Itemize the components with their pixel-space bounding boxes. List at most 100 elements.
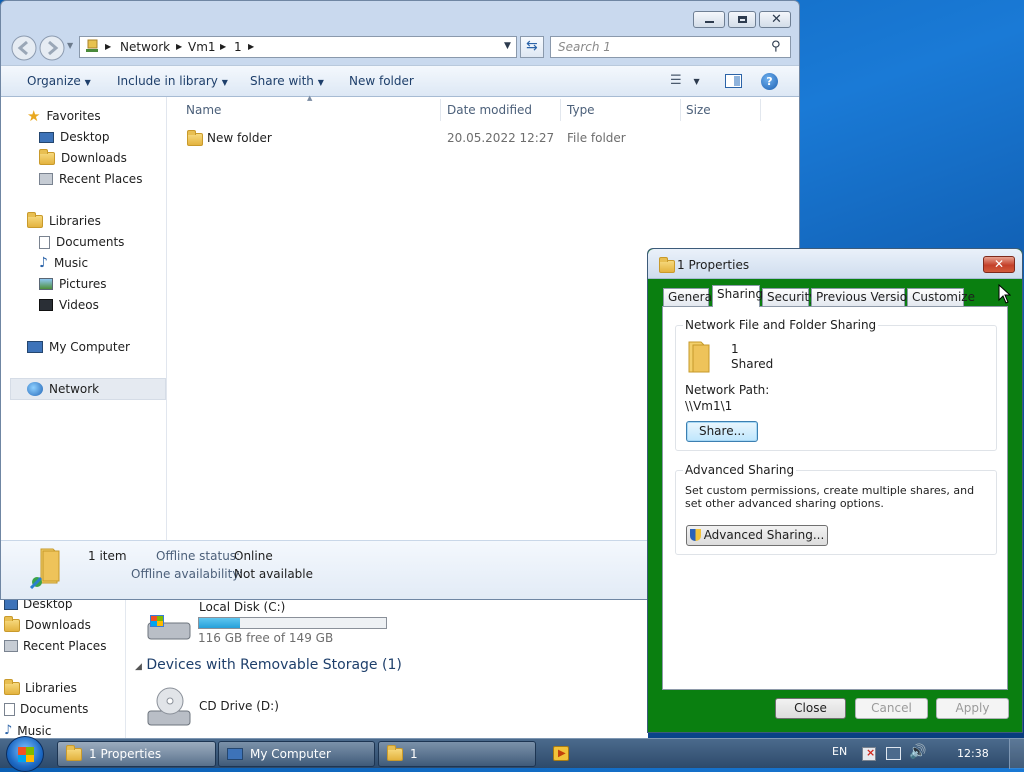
network-tray-icon[interactable] [886, 747, 901, 760]
tab-general[interactable]: General [663, 288, 715, 306]
sidebar-item-recent-places[interactable]: Recent Places [39, 172, 142, 186]
network-icon [27, 382, 43, 396]
share-with-menu[interactable]: Share with ▼ [250, 74, 324, 88]
offline-availability-label: Offline availability: [131, 567, 243, 581]
minimize-button[interactable] [693, 11, 725, 28]
column-header-type[interactable]: Type [567, 103, 595, 117]
computer-icon [27, 341, 43, 353]
sidebar-item-favorites[interactable]: ★ Favorites [27, 109, 101, 124]
view-options-button[interactable]: ☰ ▼ [670, 73, 700, 88]
tab-sharing[interactable]: Sharing [712, 285, 763, 307]
minimize-icon [705, 21, 714, 23]
windows-logo-icon-lower [18, 755, 34, 762]
close-button[interactable]: ✕ [759, 11, 791, 28]
action-center-flag-icon[interactable]: × [862, 746, 876, 761]
breadcrumb-1[interactable]: 1 [234, 40, 242, 54]
sidebar-item-pictures[interactable]: Pictures [39, 277, 107, 291]
column-divider[interactable] [760, 99, 761, 121]
dialog-title-bar[interactable]: 1 Properties ✕ [648, 249, 1022, 279]
volume-icon[interactable]: 🔊 [909, 744, 926, 760]
advanced-sharing-group-label: Advanced Sharing [683, 463, 797, 477]
preview-pane-icon [734, 76, 740, 86]
back-button[interactable] [10, 34, 38, 65]
column-divider[interactable] [560, 99, 561, 121]
search-input[interactable]: Search 1 [550, 36, 791, 58]
sidebar-item-documents[interactable]: Documents [39, 235, 124, 249]
folder-icon [66, 744, 82, 761]
taskbar-item-my-computer[interactable]: My Computer [218, 741, 375, 767]
bg-sidebar-item-recent-places[interactable]: Recent Places [4, 639, 106, 653]
computer-icon [227, 748, 243, 760]
sidebar-item-my-computer[interactable]: My Computer [27, 340, 130, 354]
apply-button[interactable]: Apply [936, 698, 1009, 719]
address-bar[interactable]: ▶ Network ▶ Vm1 ▶ 1 ▶ ▼ [79, 36, 517, 58]
breadcrumb-network[interactable]: Network [120, 40, 170, 54]
bg-sidebar-item-documents[interactable]: Documents [4, 702, 88, 716]
tab-customize[interactable]: Customize [907, 288, 975, 306]
organize-menu[interactable]: Organize ▼ [27, 74, 91, 88]
bg-sidebar-item-downloads[interactable]: Downloads [4, 615, 91, 632]
column-divider[interactable] [440, 99, 441, 121]
command-bar: Organize ▼ Include in library ▼ Share wi… [1, 65, 799, 97]
media-player-icon[interactable]: ▶ [553, 746, 569, 761]
sidebar-item-network[interactable]: Network [27, 382, 99, 396]
uac-shield-icon [689, 529, 701, 541]
show-desktop-button[interactable] [1009, 739, 1024, 769]
recent-places-icon [39, 173, 53, 185]
clock[interactable]: 12:38 [957, 747, 989, 760]
table-row[interactable]: New folder 20.05.2022 12:27 File folder [181, 127, 771, 149]
refresh-button[interactable]: ⇆ [520, 36, 544, 58]
recent-pages-dropdown[interactable]: ▼ [67, 41, 73, 50]
cancel-button[interactable]: Cancel [855, 698, 928, 719]
local-disk-usage-bar [198, 617, 387, 629]
column-header-size[interactable]: Size [686, 103, 711, 117]
shared-folder-name: 1 [731, 342, 739, 356]
start-button[interactable] [6, 736, 44, 772]
shared-folder-icon [27, 545, 73, 592]
breadcrumb-arrow-icon: ▶ [220, 42, 227, 51]
maximize-button[interactable] [728, 11, 756, 28]
column-header-name[interactable]: Name [186, 103, 221, 117]
cd-drive-label[interactable]: CD Drive (D:) [199, 699, 279, 713]
forward-arrow-icon [39, 35, 65, 61]
include-in-library-menu[interactable]: Include in library ▼ [117, 74, 228, 88]
forward-button[interactable] [38, 34, 66, 65]
sort-indicator-icon: ▲ [307, 94, 313, 102]
network-sharing-group: Network File and Folder Sharing 1 Shared… [675, 318, 997, 451]
advanced-sharing-button[interactable]: Advanced Sharing... [686, 525, 828, 546]
taskbar-item-1[interactable]: 1 [378, 741, 536, 767]
sidebar-item-music[interactable]: ♪ Music [39, 256, 88, 270]
removable-storage-header[interactable]: ◢ Devices with Removable Storage (1) [135, 657, 402, 673]
chevron-down-icon: ▼ [693, 77, 700, 86]
address-dropdown-icon[interactable]: ▼ [504, 41, 511, 51]
chevron-down-icon: ▼ [221, 78, 228, 87]
sidebar-item-videos[interactable]: Videos [39, 298, 99, 312]
libraries-icon [27, 211, 43, 228]
help-icon[interactable]: ? [761, 73, 778, 90]
preview-pane-button[interactable] [725, 74, 742, 88]
dialog-close-button[interactable]: ✕ [983, 256, 1015, 273]
local-disk-icon [146, 613, 192, 646]
chevron-down-icon: ▼ [84, 78, 91, 87]
share-button[interactable]: Share... [686, 421, 758, 442]
breadcrumb-vm1[interactable]: Vm1 [188, 40, 216, 54]
sidebar-item-downloads[interactable]: Downloads [39, 148, 127, 165]
sharing-tab-panel: Network File and Folder Sharing 1 Shared… [662, 306, 1008, 690]
bg-sidebar-item-libraries[interactable]: Libraries [4, 678, 77, 695]
background-sidebar: Desktop Downloads Recent Places Librarie… [0, 597, 126, 739]
tab-previous-versions[interactable]: Previous Versions [811, 288, 921, 306]
folder-icon [659, 257, 675, 273]
sidebar-item-libraries[interactable]: Libraries [27, 211, 101, 228]
close-dialog-button[interactable]: Close [775, 698, 846, 719]
local-disk-free-text: 116 GB free of 149 GB [198, 631, 334, 645]
new-folder-button[interactable]: New folder [349, 74, 414, 88]
breadcrumb-arrow-icon: ▶ [105, 42, 112, 51]
column-divider[interactable] [680, 99, 681, 121]
sidebar-item-desktop[interactable]: Desktop [39, 130, 110, 144]
column-header-date-modified[interactable]: Date modified [447, 103, 532, 117]
language-indicator[interactable]: EN [832, 745, 847, 758]
local-disk-label[interactable]: Local Disk (C:) [199, 600, 285, 614]
taskbar-item-properties[interactable]: 1 Properties [57, 741, 216, 767]
tab-security[interactable]: Security [762, 288, 816, 306]
file-type: File folder [567, 131, 626, 145]
